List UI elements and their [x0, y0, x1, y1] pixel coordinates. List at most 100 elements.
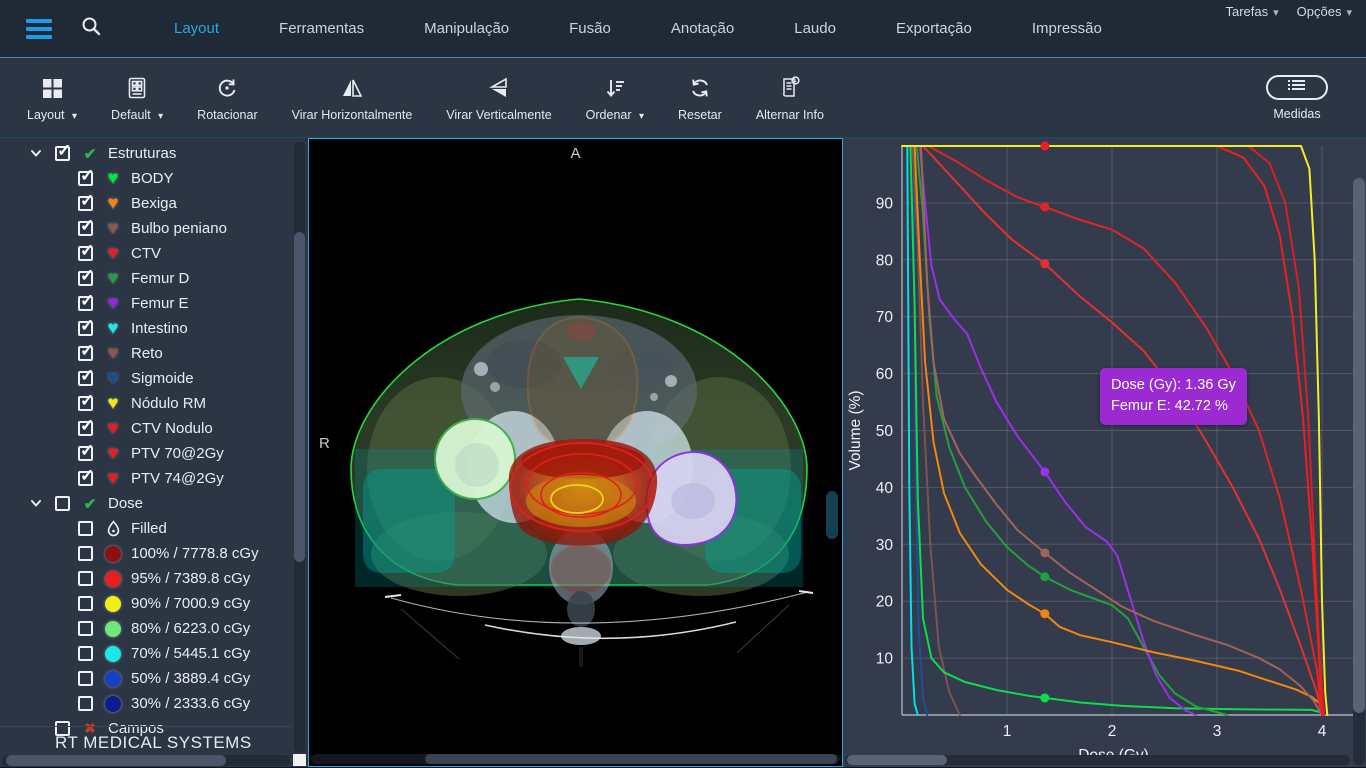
visibility-checkbox-reto[interactable]: [78, 346, 93, 361]
tree-row-intestino[interactable]: ♥Intestino: [0, 316, 292, 341]
structure-tree: ✔Estruturas♥BODY♥Bexiga♥Bulbo peniano♥CT…: [0, 141, 292, 741]
visibility-checkbox-80-6223-0-cgy[interactable]: [78, 621, 93, 636]
visibility-checkbox-nodulo-rm[interactable]: [78, 396, 93, 411]
y-tick-label: 30: [876, 537, 894, 554]
rotacionar-button[interactable]: Rotacionar: [180, 63, 274, 133]
heart-icon: ♥: [102, 219, 124, 238]
viewport-vertical-scrollbar-thumb[interactable]: [826, 491, 838, 539]
virar-verticalmente-button[interactable]: Virar Verticalmente: [429, 63, 568, 133]
visibility-checkbox-ctv-nodulo[interactable]: [78, 421, 93, 436]
sidebar-vertical-scrollbar[interactable]: [294, 142, 305, 753]
visibility-checkbox-intestino[interactable]: [78, 321, 93, 336]
tree-row-femur-e[interactable]: ♥Femur E: [0, 291, 292, 316]
nav-item-exportacao[interactable]: Exportação: [866, 20, 1002, 37]
visibility-checkbox-ptv-70-2gy[interactable]: [78, 446, 93, 461]
visibility-checkbox-bexiga[interactable]: [78, 196, 93, 211]
tree-row-label: PTV 74@2Gy: [131, 470, 224, 487]
tree-row-estruturas[interactable]: ✔Estruturas: [0, 141, 292, 166]
tree-row-100-7778-8-cgy[interactable]: 100% / 7778.8 cGy: [0, 541, 292, 566]
ct-axial-viewport[interactable]: A R: [308, 138, 843, 767]
visibility-checkbox-95-7389-8-cgy[interactable]: [78, 571, 93, 586]
reset-icon: [688, 73, 712, 103]
ct-image: [309, 139, 841, 763]
tree-row-80-6223-0-cgy[interactable]: 80% / 6223.0 cGy: [0, 616, 292, 641]
tree-row-dose[interactable]: ✔Dose: [0, 491, 292, 516]
nav-item-fusao[interactable]: Fusão: [539, 20, 641, 37]
visibility-checkbox-70-5445-1-cgy[interactable]: [78, 646, 93, 661]
visibility-checkbox-femur-d[interactable]: [78, 271, 93, 286]
corner-menu-opcoes[interactable]: Opções▾: [1297, 4, 1352, 19]
default-button[interactable]: Default ▾: [94, 63, 180, 133]
visibility-checkbox-90-7000-9-cgy[interactable]: [78, 596, 93, 611]
tree-row-femur-d[interactable]: ♥Femur D: [0, 266, 292, 291]
nav-item-laudo[interactable]: Laudo: [764, 20, 866, 37]
tree-row-95-7389-8-cgy[interactable]: 95% / 7389.8 cGy: [0, 566, 292, 591]
tree-row-50-3889-4-cgy[interactable]: 50% / 3889.4 cGy: [0, 666, 292, 691]
tree-row-70-5445-1-cgy[interactable]: 70% / 5445.1 cGy: [0, 641, 292, 666]
measures-button[interactable]: Medidas: [1266, 75, 1328, 121]
tree-row-nodulo-rm[interactable]: ♥Nódulo RM: [0, 391, 292, 416]
tree-row-ctv-nodulo[interactable]: ♥CTV Nodulo: [0, 416, 292, 441]
chart-horizontal-scrollbar[interactable]: [845, 755, 1350, 765]
circle-icon: [102, 546, 124, 562]
nav-item-manipulacao[interactable]: Manipulação: [394, 20, 539, 37]
virar-horizontalmente-button[interactable]: Virar Horizontalmente: [275, 63, 430, 133]
resetar-button[interactable]: Resetar: [661, 63, 739, 133]
chart-horizontal-scrollbar-thumb[interactable]: [847, 755, 947, 765]
dvh-chart[interactable]: 1020304050607080901234Dose (Gy)Volume (%…: [843, 138, 1366, 767]
chart-vertical-scrollbar[interactable]: [1353, 178, 1365, 765]
chevron-down-icon[interactable]: [28, 495, 46, 513]
visibility-checkbox-50-3889-4-cgy[interactable]: [78, 671, 93, 686]
dvh-tooltip: Dose (Gy): 1.36 Gy Femur E: 42.72 %: [1100, 368, 1247, 425]
heart-icon: ♥: [102, 394, 124, 413]
ordenar-button[interactable]: Ordenar ▾: [569, 63, 661, 133]
tree-row-reto[interactable]: ♥Reto: [0, 341, 292, 366]
chevron-down-icon[interactable]: [28, 145, 46, 163]
tree-row-bexiga[interactable]: ♥Bexiga: [0, 191, 292, 216]
visibility-checkbox-body[interactable]: [78, 171, 93, 186]
search-icon[interactable]: [80, 15, 102, 42]
tree-row-ctv[interactable]: ♥CTV: [0, 241, 292, 266]
tree-row-label: Intestino: [131, 320, 188, 337]
main-menu: LayoutFerramentasManipulaçãoFusãoAnotaçã…: [144, 20, 1132, 37]
layout-grid-icon: [40, 73, 64, 103]
tree-row-ptv-74-2gy[interactable]: ♥PTV 74@2Gy: [0, 466, 292, 491]
dvh-chart-panel[interactable]: 1020304050607080901234Dose (Gy)Volume (%…: [843, 138, 1366, 767]
visibility-checkbox-ctv[interactable]: [78, 246, 93, 261]
sidebar-horizontal-scrollbar-thumb[interactable]: [6, 755, 226, 766]
alternar-info-button[interactable]: Alternar Info: [739, 63, 841, 133]
toolbar-button-label: Virar Verticalmente: [446, 108, 551, 122]
tree-row-filled[interactable]: Filled: [0, 516, 292, 541]
couch-inner-arc: [485, 622, 736, 638]
nav-item-impressao[interactable]: Impressão: [1002, 20, 1132, 37]
tree-row-sigmoide[interactable]: ♥Sigmoide: [0, 366, 292, 391]
tree-row-ptv-70-2gy[interactable]: ♥PTV 70@2Gy: [0, 441, 292, 466]
tree-row-30-2333-6-cgy[interactable]: 30% / 2333.6 cGy: [0, 691, 292, 716]
visibility-checkbox-estruturas[interactable]: [55, 146, 70, 161]
chart-vertical-scrollbar-thumb[interactable]: [1353, 178, 1365, 713]
visibility-checkbox-bulbo-peniano[interactable]: [78, 221, 93, 236]
nav-item-ferramentas[interactable]: Ferramentas: [249, 20, 394, 37]
visibility-checkbox-ptv-74-2gy[interactable]: [78, 471, 93, 486]
viewport-horizontal-scrollbar[interactable]: [311, 754, 840, 764]
visibility-checkbox-filled[interactable]: [78, 521, 93, 536]
corner-menu-tarefas[interactable]: Tarefas▾: [1225, 4, 1278, 19]
visibility-checkbox-sigmoide[interactable]: [78, 371, 93, 386]
visibility-checkbox-femur-e[interactable]: [78, 296, 93, 311]
nav-item-layout[interactable]: Layout: [144, 20, 249, 37]
viewport-horizontal-scrollbar-thumb[interactable]: [425, 754, 837, 764]
hamburger-menu-icon[interactable]: [26, 19, 52, 39]
visibility-checkbox-dose[interactable]: [55, 496, 70, 511]
sidebar-horizontal-scrollbar[interactable]: [2, 755, 290, 766]
sidebar-vertical-scrollbar-thumb[interactable]: [294, 232, 305, 562]
toolbar-button-label: Rotacionar: [197, 108, 257, 122]
visibility-checkbox-100-7778-8-cgy[interactable]: [78, 546, 93, 561]
layout-button[interactable]: Layout ▾: [10, 63, 94, 133]
tree-row-label: Dose: [108, 495, 143, 512]
tree-row-body[interactable]: ♥BODY: [0, 166, 292, 191]
visibility-checkbox-30-2333-6-cgy[interactable]: [78, 696, 93, 711]
tree-row-90-7000-9-cgy[interactable]: 90% / 7000.9 cGy: [0, 591, 292, 616]
y-tick-label: 80: [876, 252, 894, 269]
nav-item-anotacao[interactable]: Anotação: [641, 20, 764, 37]
tree-row-bulbo-peniano[interactable]: ♥Bulbo peniano: [0, 216, 292, 241]
